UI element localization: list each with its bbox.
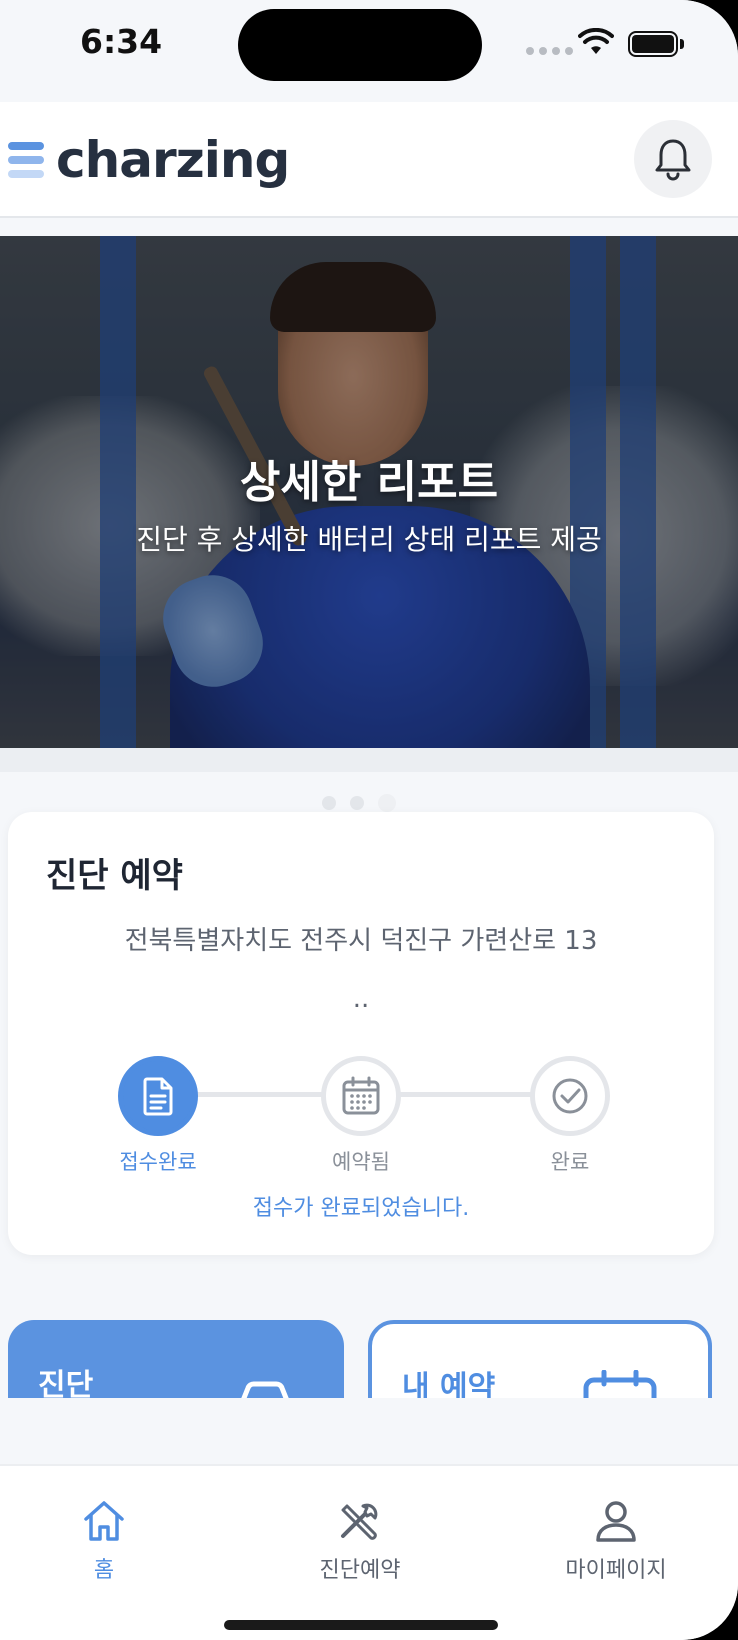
phone-screen: 6:34 charzing 상세한 리포트 진단 후 상세한 배터리 상태 리포… bbox=[0, 0, 738, 1640]
car-icon bbox=[241, 1381, 289, 1398]
calendar-icon bbox=[321, 1056, 401, 1136]
logo-text: charzing bbox=[56, 131, 290, 189]
pagination-dot[interactable] bbox=[322, 796, 336, 810]
banner-subtitle: 진단 후 상세한 배터리 상태 리포트 제공 bbox=[136, 523, 602, 556]
user-icon bbox=[596, 1501, 636, 1542]
home-icon bbox=[84, 1501, 124, 1541]
document-icon bbox=[118, 1056, 198, 1136]
tools-icon bbox=[341, 1503, 378, 1540]
reservation-card[interactable]: 진단 예약 전북특별자치도 전주시 덕진구 가련산로 13 .. 접수완료 예약… bbox=[8, 812, 714, 1255]
logo-mark-icon bbox=[8, 142, 44, 178]
pagination-dot[interactable] bbox=[350, 796, 364, 810]
bell-icon bbox=[655, 139, 691, 181]
app-header: charzing bbox=[0, 102, 738, 218]
card-title: 진단 예약 bbox=[46, 856, 183, 896]
wifi-icon bbox=[578, 28, 614, 54]
step-label: 완료 bbox=[550, 1150, 590, 1174]
nav-item-home[interactable]: 홈 bbox=[24, 1498, 184, 1584]
step-label: 접수완료 bbox=[119, 1150, 197, 1174]
pagination-dot-active[interactable] bbox=[378, 794, 396, 812]
step-completed: 완료 bbox=[510, 1056, 630, 1176]
reservation-address: 전북특별자치도 전주시 덕진구 가련산로 13 bbox=[124, 926, 598, 956]
step-reserved: 예약됨 bbox=[301, 1056, 421, 1176]
nav-label: 마이페이지 bbox=[565, 1558, 667, 1583]
app-logo[interactable]: charzing bbox=[8, 131, 290, 189]
diagnosis-tile[interactable]: 진단 bbox=[8, 1320, 344, 1398]
reservation-status-message: 접수가 완료되었습니다. bbox=[252, 1196, 470, 1221]
promo-banner[interactable]: 상세한 리포트 진단 후 상세한 배터리 상태 리포트 제공 bbox=[0, 236, 738, 772]
nav-item-mypage[interactable]: 마이페이지 bbox=[536, 1498, 696, 1584]
action-tiles: 진단 내 예약 bbox=[0, 1310, 738, 1398]
status-bar: 6:34 bbox=[0, 0, 738, 100]
home-indicator[interactable] bbox=[224, 1620, 498, 1630]
reservation-address-detail: .. bbox=[352, 984, 370, 1014]
calendar-icon bbox=[583, 1370, 657, 1398]
check-circle-icon bbox=[530, 1056, 610, 1136]
nav-item-diagnosis-reservation[interactable]: 진단예약 bbox=[280, 1498, 440, 1584]
step-label: 예약됨 bbox=[332, 1150, 390, 1174]
notification-button[interactable] bbox=[634, 120, 712, 198]
battery-icon bbox=[628, 31, 678, 57]
nav-label: 진단예약 bbox=[319, 1558, 401, 1583]
my-reservation-tile[interactable]: 내 예약 bbox=[368, 1320, 712, 1398]
step-received: 접수완료 bbox=[98, 1056, 218, 1176]
dynamic-island bbox=[238, 9, 482, 81]
banner-pagination[interactable] bbox=[322, 794, 396, 812]
status-time: 6:34 bbox=[80, 22, 163, 61]
tile-label: 진단 bbox=[38, 1368, 94, 1398]
bottom-navigation: 홈 진단예약 마이페이지 bbox=[0, 1464, 738, 1640]
signal-icon bbox=[526, 47, 573, 55]
banner-title: 상세한 리포트 bbox=[239, 457, 499, 508]
nav-label: 홈 bbox=[93, 1558, 115, 1583]
tile-label: 내 예약 bbox=[402, 1370, 496, 1398]
